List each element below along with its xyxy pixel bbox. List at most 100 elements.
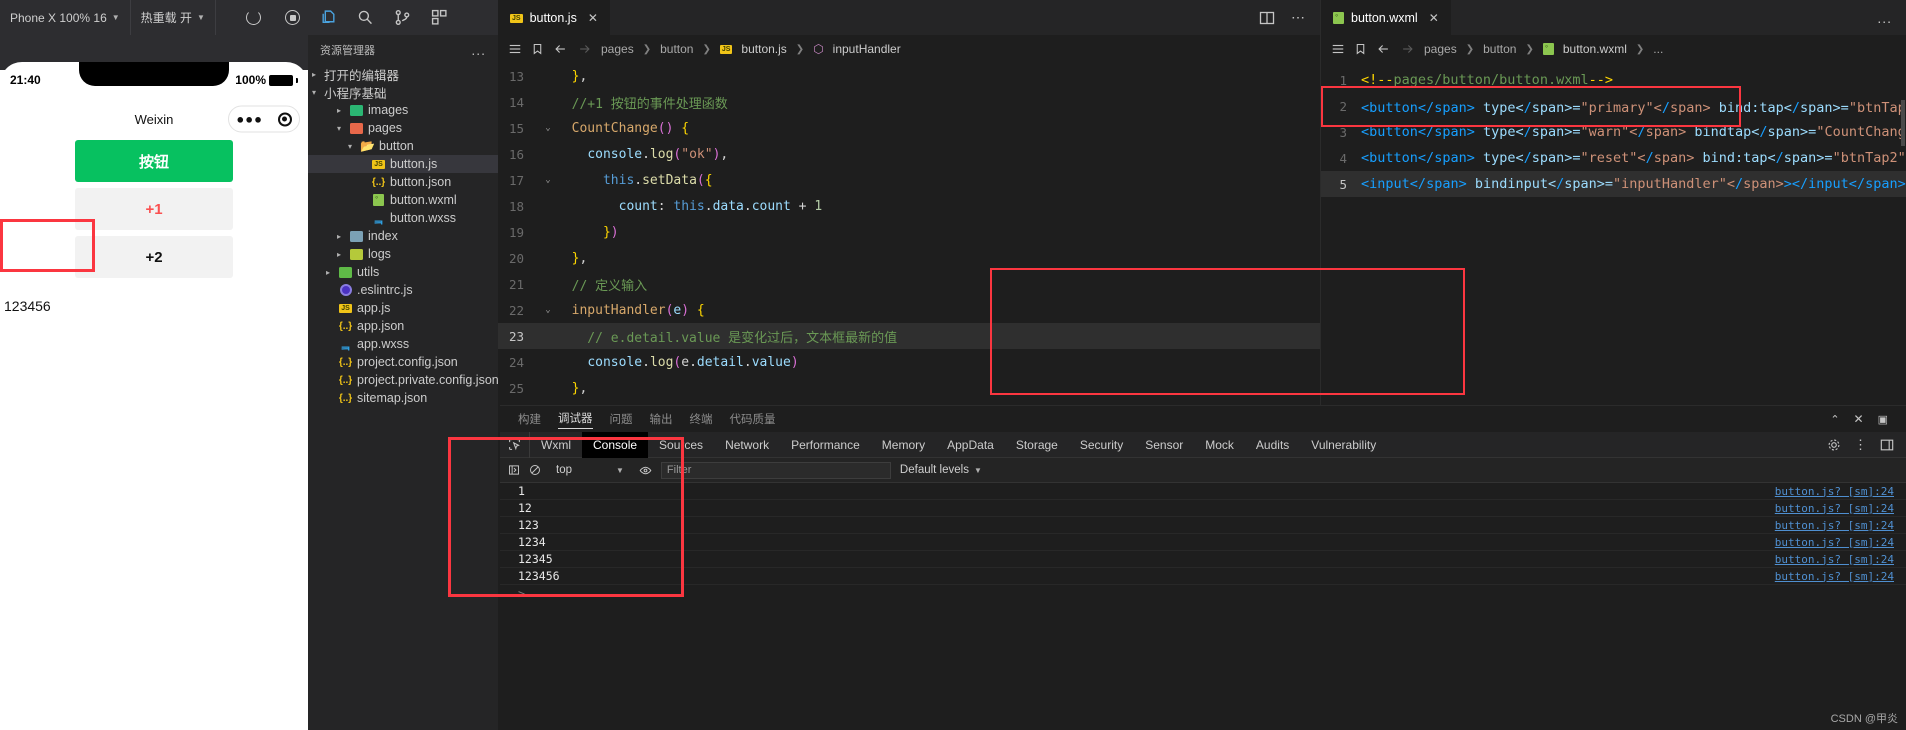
console-source-link[interactable]: button.js? [sm]:24 — [1775, 570, 1906, 583]
source-control-icon[interactable] — [394, 9, 411, 26]
record-icon[interactable] — [284, 10, 300, 25]
tree-section-open-editors[interactable]: ▸ 打开的编辑器 — [308, 65, 498, 83]
back-arrow-icon[interactable] — [1376, 42, 1391, 56]
scrollbar-wxml[interactable] — [1901, 100, 1905, 146]
devtools-tab-vulnerability[interactable]: Vulnerability — [1300, 432, 1387, 458]
devtools-tab-audits[interactable]: Audits — [1245, 432, 1300, 458]
wxml-code-line[interactable]: 1 <!--pages/button/button.wxml--> — [1321, 67, 1906, 93]
inspect-element-icon[interactable] — [500, 431, 530, 458]
code-line[interactable]: 21 // 定义输入 — [498, 271, 1320, 297]
chevron-up-icon[interactable]: ⌃ — [1830, 413, 1839, 426]
close-icon[interactable]: ✕ — [1429, 11, 1439, 25]
wxml-code-line[interactable]: 2 <button</span> type</span>="primary"</s… — [1321, 93, 1906, 119]
close-target-icon[interactable] — [277, 112, 292, 126]
breadcrumb-pages[interactable]: pages — [1424, 42, 1457, 56]
clear-console-icon[interactable] — [529, 464, 541, 476]
console-row[interactable]: 123 button.js? [sm]:24 — [500, 517, 1906, 534]
panel-tab[interactable]: 构建 — [518, 411, 541, 427]
code-line[interactable]: 25 }, — [498, 375, 1320, 401]
files-icon[interactable] — [320, 9, 337, 26]
devtools-tab-memory[interactable]: Memory — [871, 432, 936, 458]
tree-item-app-wxss[interactable]: ᆿ app.wxss — [308, 335, 498, 353]
tab-button-wxml[interactable]: button.wxml ✕ — [1321, 0, 1451, 35]
tree-item-images[interactable]: ▸ images — [308, 101, 498, 119]
code-line[interactable]: 23 // e.detail.value 是变化过后，文本框最新的值 — [498, 323, 1320, 349]
wx-button-warn[interactable]: +1 — [75, 188, 233, 230]
breadcrumb-button[interactable]: button — [660, 42, 693, 56]
devtools-tab-storage[interactable]: Storage — [1005, 432, 1069, 458]
filter-input[interactable]: Filter — [660, 461, 891, 479]
code-line[interactable]: 13 }, — [498, 63, 1320, 89]
tree-item-button-json[interactable]: {..} button.json — [308, 173, 498, 191]
code-line[interactable]: 20 }, — [498, 245, 1320, 271]
code-line[interactable]: 15 ⌄ CountChange() { — [498, 115, 1320, 141]
execute-icon[interactable] — [508, 464, 520, 476]
console-row[interactable]: 12 button.js? [sm]:24 — [500, 500, 1906, 517]
hot-reload-selector[interactable]: 热重载 开 ▼ — [131, 0, 216, 35]
capsule-buttons[interactable]: ●●● — [228, 105, 300, 133]
wxml-code-line[interactable]: 3 <button</span> type</span>="warn"</span… — [1321, 119, 1906, 145]
fold-chevron-icon[interactable]: ⌄ — [540, 175, 556, 185]
maximize-panel-icon[interactable]: ▣ — [1878, 413, 1888, 426]
console-row[interactable]: 123456 button.js? [sm]:24 — [500, 568, 1906, 585]
fold-chevron-icon[interactable]: ⌄ — [540, 123, 556, 133]
panel-tab[interactable]: 问题 — [610, 411, 633, 427]
devtools-tab-wxml[interactable]: Wxml — [530, 432, 582, 458]
tree-item-logs[interactable]: ▸ logs — [308, 245, 498, 263]
tree-item-sitemap-json[interactable]: {..} sitemap.json — [308, 389, 498, 407]
panel-tab[interactable]: 代码质量 — [730, 411, 776, 427]
devtools-tab-performance[interactable]: Performance — [780, 432, 871, 458]
bookmark-icon[interactable] — [1354, 42, 1367, 56]
explorer-more-icon[interactable]: ... — [471, 42, 486, 58]
close-icon[interactable]: ✕ — [1854, 412, 1864, 426]
breadcrumb-file[interactable]: button.wxml — [1563, 42, 1627, 56]
tree-item-index[interactable]: ▸ index — [308, 227, 498, 245]
console-source-link[interactable]: button.js? [sm]:24 — [1775, 536, 1906, 549]
log-levels-selector[interactable]: Default levels ▼ — [900, 464, 982, 476]
tree-item-button[interactable]: ▾ 📂 button — [308, 137, 498, 155]
tab-button-js[interactable]: JS button.js ✕ — [498, 0, 610, 35]
tree-item-button-wxml[interactable]: button.wxml — [308, 191, 498, 209]
console-row[interactable]: 1 button.js? [sm]:24 — [500, 483, 1906, 500]
console-source-link[interactable]: button.js? [sm]:24 — [1775, 519, 1906, 532]
console-source-link[interactable]: button.js? [sm]:24 — [1775, 502, 1906, 515]
devtools-tab-network[interactable]: Network — [714, 432, 780, 458]
tree-item--eslintrc-js[interactable]: .eslintrc.js — [308, 281, 498, 299]
editor-more-icon[interactable]: ... — [1877, 10, 1892, 26]
code-line[interactable]: 19 }) — [498, 219, 1320, 245]
code-line[interactable]: 24 console.log(e.detail.value) — [498, 349, 1320, 375]
console-row[interactable]: 12345 button.js? [sm]:24 — [500, 551, 1906, 568]
panel-tab[interactable]: 输出 — [650, 411, 673, 427]
console-source-link[interactable]: button.js? [sm]:24 — [1775, 553, 1906, 566]
gear-icon[interactable] — [1827, 438, 1841, 452]
wxml-code-line[interactable]: 4 <button</span> type</span>="reset"</spa… — [1321, 145, 1906, 171]
tree-item-project-config-json[interactable]: {..} project.config.json — [308, 353, 498, 371]
tree-item-app-json[interactable]: {..} app.json — [308, 317, 498, 335]
search-icon[interactable] — [357, 9, 374, 26]
list-icon[interactable] — [1331, 42, 1345, 56]
refresh-icon[interactable] — [245, 10, 261, 25]
tree-item-pages[interactable]: ▾ pages — [308, 119, 498, 137]
code-editor-wxml[interactable]: 1 <!--pages/button/button.wxml--> 2 <button… — [1321, 63, 1906, 197]
console-row[interactable]: 1234 button.js? [sm]:24 — [500, 534, 1906, 551]
split-editor-icon[interactable] — [1259, 10, 1275, 26]
eye-icon[interactable] — [639, 464, 652, 477]
code-line[interactable]: 16 console.log("ok"), — [498, 141, 1320, 167]
fold-chevron-icon[interactable]: ⌄ — [540, 305, 556, 315]
console-context-selector[interactable]: top ▼ — [550, 464, 630, 476]
editor-more-icon[interactable]: ⋯ — [1291, 9, 1306, 26]
tree-section-project[interactable]: ▾ 小程序基础 — [308, 83, 498, 101]
code-line[interactable]: 14 //+1 按钮的事件处理函数 — [498, 89, 1320, 115]
breadcrumb-file[interactable]: button.js — [741, 42, 786, 56]
devtools-tab-security[interactable]: Security — [1069, 432, 1134, 458]
code-line[interactable]: 22 ⌄ inputHandler(e) { — [498, 297, 1320, 323]
wx-input-field[interactable]: 123456 — [0, 290, 308, 322]
tree-item-button-js[interactable]: JS button.js — [308, 155, 498, 173]
code-line[interactable]: 18 count: this.data.count + 1 — [498, 193, 1320, 219]
tree-item-project-private-config-json[interactable]: {..} project.private.config.json — [308, 371, 499, 389]
breadcrumb-ellipsis[interactable]: ... — [1653, 42, 1663, 56]
breadcrumb-pages[interactable]: pages — [601, 42, 634, 56]
extensions-icon[interactable] — [431, 9, 448, 26]
console-prompt-row[interactable]: > — [500, 585, 1906, 602]
code-line[interactable]: 17 ⌄ this.setData({ — [498, 167, 1320, 193]
